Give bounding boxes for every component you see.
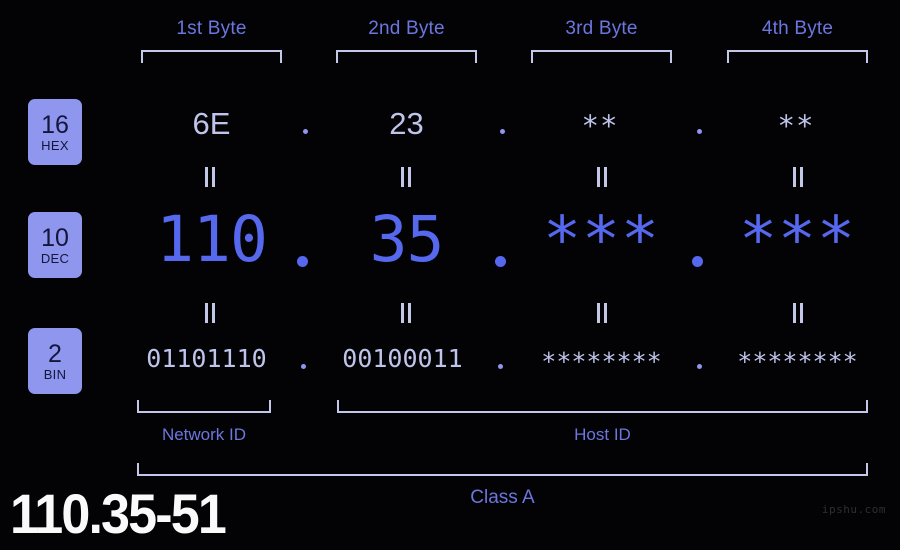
hex-separator-dot-1 (303, 129, 308, 134)
base-badge-bin[interactable]: 2 BIN (28, 328, 82, 394)
hex-separator-dot-3 (697, 129, 702, 134)
dec-octet-2: 35 (369, 203, 445, 276)
byte-header-label-1: 1st Byte (176, 18, 247, 39)
ip-address-breakdown-diagram: 1st Byte 2nd Byte 3rd Byte 4th Byte 16 H… (0, 0, 900, 550)
site-watermark: ipshu.com (821, 503, 886, 516)
hex-octet-4: ** (779, 109, 816, 143)
host-id-label: Host ID (574, 425, 631, 444)
hex-separator-dot-2 (500, 129, 505, 134)
base-badge-dec[interactable]: 10 DEC (28, 212, 82, 278)
equals-icon-dec-bin-2 (400, 303, 413, 323)
class-bracket (137, 463, 868, 476)
dec-octet-1: 110 (156, 203, 268, 276)
dec-separator-dot-3 (692, 256, 703, 267)
base-badge-hex-number: 16 (41, 110, 69, 139)
byte-header-label-2: 2nd Byte (368, 18, 445, 39)
bin-octet-4: ******** (737, 347, 858, 376)
bin-separator-dot-1 (301, 364, 306, 369)
byte-bracket-2 (336, 50, 477, 63)
byte-bracket-1 (141, 50, 282, 63)
byte-header-label-4: 4th Byte (761, 18, 834, 39)
equals-icon-hex-dec-1 (204, 167, 217, 187)
host-id-bracket (337, 400, 868, 413)
byte-header-label-3: 3rd Byte (565, 18, 638, 39)
equals-icon-hex-dec-3 (596, 167, 609, 187)
dec-octet-4: *** (739, 203, 856, 276)
equals-icon-dec-bin-4 (792, 303, 805, 323)
bin-octet-3: ******** (541, 347, 662, 376)
hex-octet-3: ** (583, 109, 620, 143)
hex-octet-2: 23 (389, 106, 424, 141)
base-badge-bin-number: 2 (48, 339, 62, 368)
bin-octet-1: 01101110 (146, 344, 267, 373)
equals-icon-dec-bin-1 (204, 303, 217, 323)
network-id-bracket (137, 400, 271, 413)
equals-icon-dec-bin-3 (596, 303, 609, 323)
base-badge-hex-name: HEX (41, 137, 69, 153)
dec-separator-dot-2 (495, 256, 506, 267)
dec-octet-3: *** (543, 203, 660, 276)
hex-octet-1: 6E (192, 106, 231, 141)
base-badge-bin-name: BIN (43, 366, 67, 382)
bin-octet-2: 00100011 (342, 344, 463, 373)
base-badge-dec-name: DEC (40, 250, 70, 266)
equals-icon-hex-dec-2 (400, 167, 413, 187)
equals-icon-hex-dec-4 (792, 167, 805, 187)
byte-bracket-4 (727, 50, 868, 63)
base-badge-hex[interactable]: 16 HEX (28, 99, 82, 165)
base-badge-dec-number: 10 (41, 223, 69, 252)
network-id-label: Network ID (161, 425, 247, 444)
dec-separator-dot-1 (297, 256, 308, 267)
byte-bracket-3 (531, 50, 672, 63)
bin-separator-dot-3 (697, 364, 702, 369)
class-label: Class A (470, 487, 535, 508)
page-title: 110.35-51 (10, 482, 227, 545)
bin-separator-dot-2 (498, 364, 503, 369)
